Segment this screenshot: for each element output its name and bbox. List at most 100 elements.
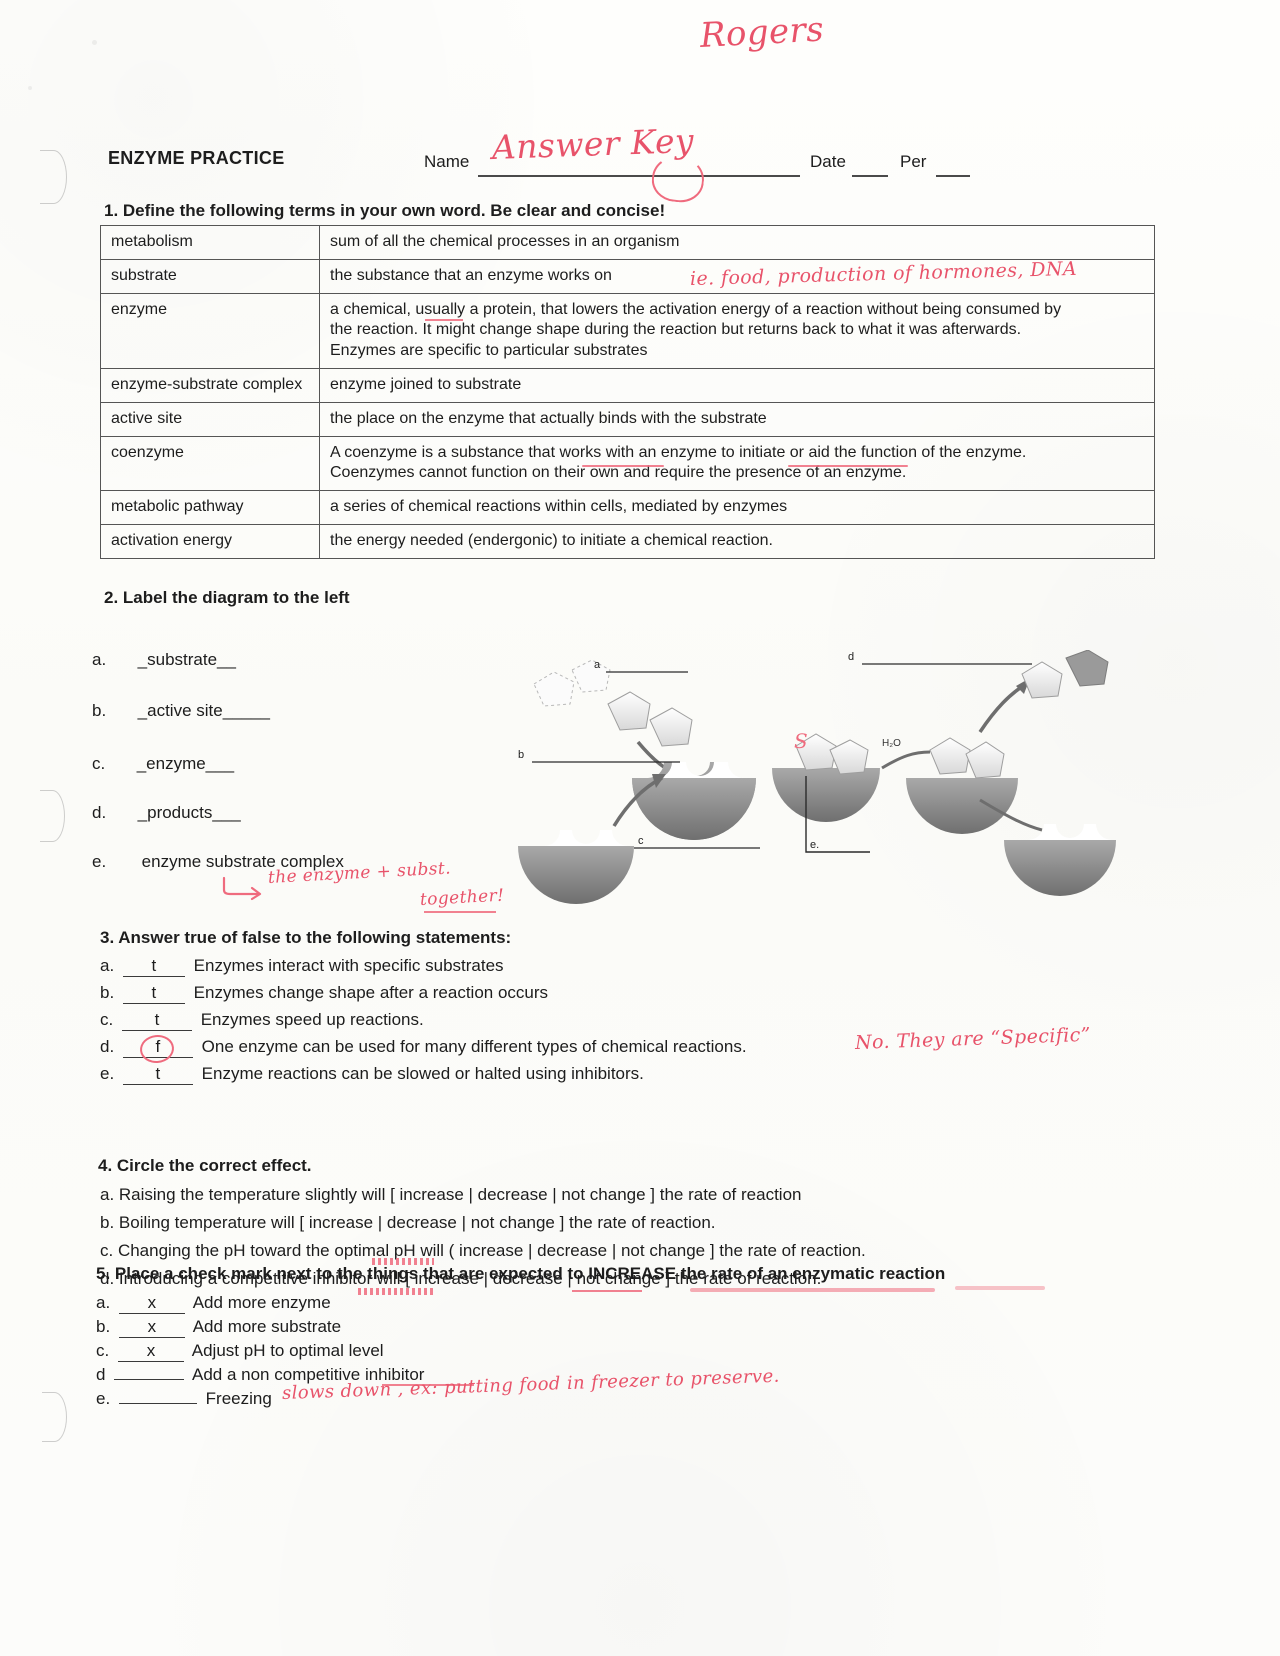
scan-speckle	[92, 40, 97, 45]
q2-item-d: d. _products___	[92, 803, 241, 823]
scanned-worksheet-page: Rogers ENZYME PRACTICE Name Answer Key D…	[0, 0, 1280, 1656]
teacher-signature: Rogers	[698, 9, 825, 56]
definition-cell: A coenzyme is a substance that works wit…	[319, 435, 1155, 492]
q2-item-c: c. _enzyme___	[92, 754, 234, 774]
term-cell: enzyme	[100, 292, 320, 369]
definition-cell: a chemical, usually a protein, that lowe…	[319, 292, 1155, 369]
definition-cell: a series of chemical reactions within ce…	[319, 490, 1155, 525]
diagram-label-e: e.	[810, 839, 819, 851]
q3-row-e: e. t Enzyme reactions can be slowed or h…	[100, 1064, 644, 1085]
q3-row-c: c. t Enzymes speed up reactions.	[100, 1010, 424, 1031]
name-rule	[478, 175, 800, 177]
q3-text-d: One enzyme can be used for many differen…	[201, 1037, 747, 1056]
page-title: ENZYME PRACTICE	[108, 148, 285, 168]
q5-row-e: e. Freezing	[96, 1389, 272, 1409]
q2-item-b: b. _active site_____	[92, 701, 270, 721]
arrow-products-up	[978, 682, 1027, 733]
q5-row-b: b. x Add more substrate	[96, 1317, 341, 1338]
date-label: Date	[810, 152, 846, 171]
table-row: metabolic pathway a series of chemical r…	[100, 490, 1155, 525]
q3-letter-c: c.	[100, 1010, 114, 1029]
period-rule	[936, 175, 970, 177]
q3-letter-e: e.	[100, 1064, 115, 1083]
handwritten-arrow-icon	[222, 876, 262, 901]
q2-letter-a: a.	[92, 650, 107, 669]
q2-answer-a: _substrate__	[137, 650, 236, 669]
q3-answer-a: t	[122, 956, 185, 977]
q5-mark-c: x	[117, 1341, 184, 1362]
term-cell: coenzyme	[100, 435, 320, 492]
q2-item-a: a. _substrate__	[92, 650, 236, 670]
q2-letter-c: c.	[92, 754, 106, 773]
table-row: metabolism sum of all the chemical proce…	[100, 225, 1155, 260]
q2-letter-d: d.	[92, 803, 107, 822]
q3-text-b: Enzymes change shape after a reaction oc…	[193, 983, 549, 1002]
q2-answer-b: _active site_____	[137, 701, 270, 720]
question-1-heading: 1. Define the following terms in your ow…	[104, 201, 666, 220]
diagram-label-a: a	[594, 659, 601, 671]
enzyme-shape-recycled	[518, 830, 634, 904]
term-cell: substrate	[100, 258, 320, 294]
q4-row-a: a. Raising the temperature slightly will…	[100, 1185, 802, 1204]
q3-answer-e: t	[122, 1064, 193, 1085]
period-label: Per	[900, 152, 927, 171]
q3-text-a: Enzymes interact with specific substrate…	[193, 956, 504, 975]
q5-letter-e: e.	[96, 1389, 111, 1408]
definition-cell: enzyme joined to substrate	[319, 367, 1155, 403]
definition-line: Enzymes are specific to particular subst…	[330, 342, 648, 360]
diagram-label-d: d	[848, 651, 854, 663]
q5-text-b: Add more substrate	[192, 1317, 342, 1336]
protein-underline	[425, 319, 463, 321]
definition-line: a chemical, usually a protein, that lowe…	[330, 300, 1062, 318]
q5-mark-e	[118, 1403, 197, 1404]
q3-row-a: a. t Enzymes interact with specific subs…	[100, 956, 504, 977]
enzyme-reaction-diagram: a b S H₂O d c e.	[518, 650, 1116, 904]
diagram-label-water: H₂O	[882, 738, 901, 749]
name-label: Name	[424, 152, 470, 171]
q3-row-d: d. f One enzyme can be used for many dif…	[100, 1037, 747, 1058]
definition-line: A coenzyme is a substance that works wit…	[330, 443, 1027, 461]
q2-handwritten-note-line2: together!	[419, 885, 505, 910]
definition-line: the reaction. It might change shape duri…	[330, 321, 1022, 339]
binder-hole-artifact	[40, 790, 65, 842]
q5-text-e: Freezing	[205, 1389, 272, 1408]
enzyme-substrate-complex	[772, 733, 880, 822]
q5-mark-d	[114, 1379, 185, 1380]
diagram-label-b: b	[518, 749, 524, 761]
substrate-molecules-joining	[607, 691, 693, 747]
q5-row-a: a. x Add more enzyme	[96, 1293, 331, 1314]
q2-answer-d: _products___	[137, 803, 241, 822]
coenzyme-underline-1	[582, 465, 664, 467]
term-cell: metabolic pathway	[100, 490, 320, 525]
q3-handwritten-note: No. They are “Specific”	[854, 1023, 1092, 1054]
q3-row-b: b. t Enzymes change shape after a reacti…	[100, 983, 548, 1004]
definition-line: sum of all the chemical processes in an …	[330, 233, 680, 250]
coenzyme-underline-2	[788, 465, 908, 467]
q5-letter-c: c.	[96, 1341, 110, 1360]
enzyme-shape-1	[632, 762, 756, 840]
q3-answer-c: t	[121, 1010, 192, 1031]
table-row: active site the place on the enzyme that…	[100, 401, 1155, 437]
term-cell: metabolism	[100, 225, 320, 260]
question-3-heading: 3. Answer true of false to the following…	[100, 928, 512, 947]
definition-cell: sum of all the chemical processes in an …	[319, 225, 1155, 260]
definition-line: the place on the enzyme that actually bi…	[330, 409, 767, 427]
definition-cell: the energy needed (endergonic) to initia…	[319, 523, 1155, 559]
definition-line: enzyme joined to substrate	[330, 375, 522, 393]
term-cell: enzyme-substrate complex	[100, 367, 320, 403]
q3-text-c: Enzymes speed up reactions.	[200, 1010, 424, 1029]
q3-letter-b: b.	[100, 983, 115, 1002]
definition-cell: the place on the enzyme that actually bi…	[319, 401, 1155, 437]
together-underline	[424, 911, 496, 913]
decrease-underline	[572, 1290, 642, 1292]
q5-mark-a: x	[118, 1293, 185, 1314]
q5-text-a: Add more enzyme	[192, 1293, 331, 1312]
term-cell: active site	[100, 401, 320, 437]
table-row: enzyme a chemical, usually a protein, th…	[100, 292, 1155, 369]
table-row: enzyme-substrate complex enzyme joined t…	[100, 367, 1155, 403]
q3-letter-d: d.	[100, 1037, 115, 1056]
definition-line: the energy needed (endergonic) to initia…	[330, 531, 773, 549]
q5-letter-a: a.	[96, 1293, 111, 1312]
q5-letter-b: b.	[96, 1317, 111, 1336]
q5-highlight-mark-2	[955, 1286, 1045, 1290]
